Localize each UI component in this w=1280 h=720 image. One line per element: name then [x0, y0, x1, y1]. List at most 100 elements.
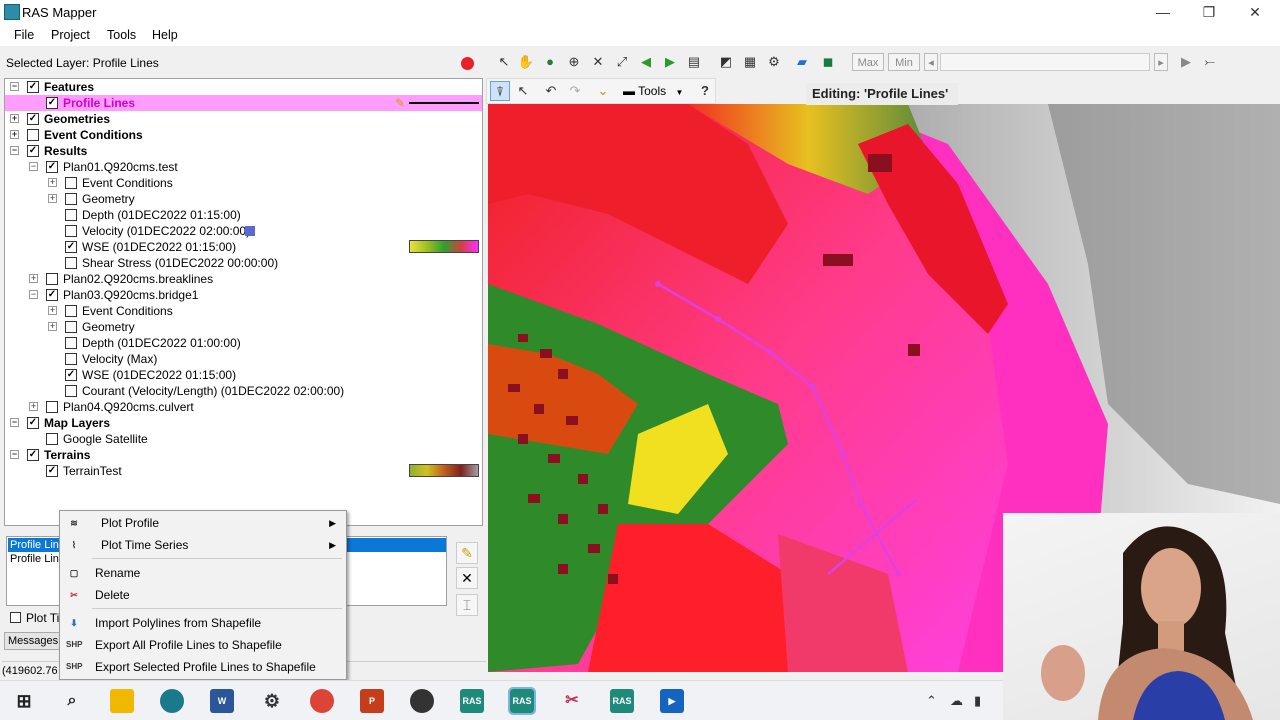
tree-node[interactable]: Shear Stress (01DEC2022 00:00:00)	[5, 255, 482, 271]
expand-icon[interactable]: +	[29, 274, 38, 283]
layer-checkbox[interactable]: ✓	[46, 289, 58, 301]
layer-tree[interactable]: − ✓ Features ✓ Profile Lines ✎ + ✓ Geometries + Ev…	[4, 78, 483, 526]
tray-chevron-icon[interactable]: ⌃	[926, 693, 937, 709]
forward-arrow-icon[interactable]: ▶	[660, 52, 680, 72]
terrain-legend[interactable]	[409, 464, 479, 477]
menu-help[interactable]: Help	[152, 28, 178, 42]
menu-item-import-polylines[interactable]: ⬇ Import Polylines from Shapefile	[60, 612, 346, 634]
layer-checkbox[interactable]	[65, 193, 77, 205]
tree-node[interactable]: Depth (01DEC2022 01:15:00)	[5, 207, 482, 223]
select-arrow-icon[interactable]: ↖	[494, 52, 514, 72]
layer-checkbox[interactable]	[65, 225, 77, 237]
collapse-icon[interactable]: −	[10, 418, 19, 427]
layer-checkbox[interactable]: ✓	[65, 369, 77, 381]
layer-info-icon[interactable]	[245, 226, 255, 236]
menu-item-plot-profile[interactable]: ≋ Plot Profile ▶	[60, 512, 346, 534]
battery-icon[interactable]: ▮	[974, 693, 981, 709]
settings-gear-icon[interactable]: ⚙	[260, 689, 284, 713]
layer-checkbox[interactable]	[65, 321, 77, 333]
app-icon-dark[interactable]	[410, 689, 434, 713]
menu-item-export-selected[interactable]: SHP Export Selected Profile Lines to Sha…	[60, 656, 346, 678]
collapse-icon[interactable]: −	[29, 290, 38, 299]
powerpoint-icon[interactable]: P	[360, 689, 384, 713]
layer-checkbox[interactable]	[65, 385, 77, 397]
expand-icon[interactable]: +	[48, 322, 57, 331]
draw-polyline-icon[interactable]: ⌄	[593, 81, 613, 101]
collapse-icon[interactable]: −	[10, 450, 19, 459]
tree-node[interactable]: − ✓ Plan03.Q920cms.bridge1	[5, 287, 482, 303]
back-arrow-icon[interactable]: ◀	[636, 52, 656, 72]
word-icon[interactable]: W	[210, 689, 234, 713]
layer-checkbox[interactable]: ✓	[46, 161, 58, 173]
expand-icon[interactable]: +	[48, 306, 57, 315]
rename-field-icon[interactable]: ⌶	[456, 594, 478, 616]
chrome-icon[interactable]	[310, 689, 334, 713]
hec-ras-icon[interactable]: RAS	[460, 689, 484, 713]
wse-legend[interactable]	[409, 240, 479, 253]
3d-view-icon[interactable]: ◼	[818, 52, 838, 72]
max-button[interactable]: Max	[852, 53, 884, 71]
tree-node[interactable]: + Geometry	[5, 319, 482, 335]
media-player-icon[interactable]: ▶	[660, 689, 684, 713]
plot-checkbox[interactable]	[10, 612, 21, 623]
edit-pencil-icon[interactable]: ✎	[456, 542, 478, 564]
layer-checkbox[interactable]	[46, 401, 58, 413]
tree-node[interactable]: ✓ Profile Lines ✎	[5, 95, 482, 111]
tree-node[interactable]: − ✓ Results	[5, 143, 482, 159]
onedrive-icon[interactable]: ☁	[950, 693, 963, 709]
tree-node[interactable]: + Plan02.Q920cms.breaklines	[5, 271, 482, 287]
tree-node[interactable]: Velocity (01DEC2022 02:00:00)	[5, 223, 482, 239]
menu-item-plot-time-series[interactable]: ⌇ Plot Time Series ▶	[60, 534, 346, 556]
record-icon[interactable]	[461, 57, 474, 70]
zoom-extent-icon[interactable]: ✕	[588, 52, 608, 72]
hec-ras-icon-2[interactable]: RAS	[610, 689, 634, 713]
minimize-button[interactable]: —	[1140, 2, 1186, 22]
menu-item-delete[interactable]: ✂ Delete	[60, 584, 346, 606]
full-extent-icon[interactable]: ⤢	[612, 52, 632, 72]
tree-node[interactable]: + ✓ Geometries	[5, 111, 482, 127]
layer-checkbox[interactable]	[46, 273, 58, 285]
time-slider[interactable]	[940, 53, 1150, 71]
tools-dropdown[interactable]: ▬ Tools ▼	[623, 82, 683, 100]
layer-checkbox[interactable]	[65, 257, 77, 269]
undo-icon[interactable]: ↶	[541, 81, 561, 101]
maximize-button[interactable]: ❐	[1186, 2, 1232, 22]
tree-node[interactable]: + Plan04.Q920cms.culvert	[5, 399, 482, 415]
tree-node[interactable]: Courant (Velocity/Length) (01DEC2022 02:…	[5, 383, 482, 399]
layer-checkbox[interactable]: ✓	[46, 465, 58, 477]
menu-item-export-all[interactable]: SHP Export All Profile Lines to Shapefil…	[60, 634, 346, 656]
expand-icon[interactable]: +	[48, 178, 57, 187]
layer-edit-icon[interactable]: ◩	[716, 52, 736, 72]
layer-checkbox[interactable]: ✓	[27, 81, 39, 93]
edit-mode-icon[interactable]: ⍒	[490, 81, 510, 101]
menu-file[interactable]: File	[14, 28, 34, 42]
expand-icon[interactable]: +	[10, 130, 19, 139]
tree-node[interactable]: + Event Conditions	[5, 127, 482, 143]
windows-start-icon[interactable]: ⊞	[12, 689, 36, 713]
play-icon[interactable]: ▶	[1176, 52, 1196, 72]
grid-icon[interactable]: ▦	[740, 52, 760, 72]
layer-checkbox[interactable]	[65, 337, 77, 349]
layer-checkbox[interactable]	[27, 129, 39, 141]
layer-checkbox[interactable]: ✓	[27, 113, 39, 125]
tree-node[interactable]: Google Satellite	[5, 431, 482, 447]
tree-node[interactable]: ✓ WSE (01DEC2022 01:15:00)	[5, 239, 482, 255]
min-button[interactable]: Min	[888, 53, 920, 71]
layer-checkbox[interactable]: ✓	[46, 97, 58, 109]
menu-tools[interactable]: Tools	[107, 28, 136, 42]
list-item[interactable]: Profile Line	[10, 539, 65, 551]
layer-checkbox[interactable]: ✓	[27, 417, 39, 429]
layer-checkbox[interactable]	[65, 209, 77, 221]
edit-pencil-icon[interactable]: ✎	[395, 95, 405, 111]
collapse-icon[interactable]: −	[10, 82, 19, 91]
browser-icon[interactable]	[160, 689, 184, 713]
expand-icon[interactable]: +	[10, 114, 19, 123]
tree-node[interactable]: + Event Conditions	[5, 303, 482, 319]
menu-project[interactable]: Project	[51, 28, 90, 42]
layer-checkbox[interactable]: ✓	[27, 449, 39, 461]
time-slider-right-icon[interactable]: ▸	[1154, 53, 1168, 71]
list-item[interactable]: Profile Line	[10, 553, 65, 565]
file-explorer-icon[interactable]	[110, 689, 134, 713]
layer-checkbox[interactable]: ✓	[65, 241, 77, 253]
globe-icon[interactable]: ●	[540, 52, 560, 72]
